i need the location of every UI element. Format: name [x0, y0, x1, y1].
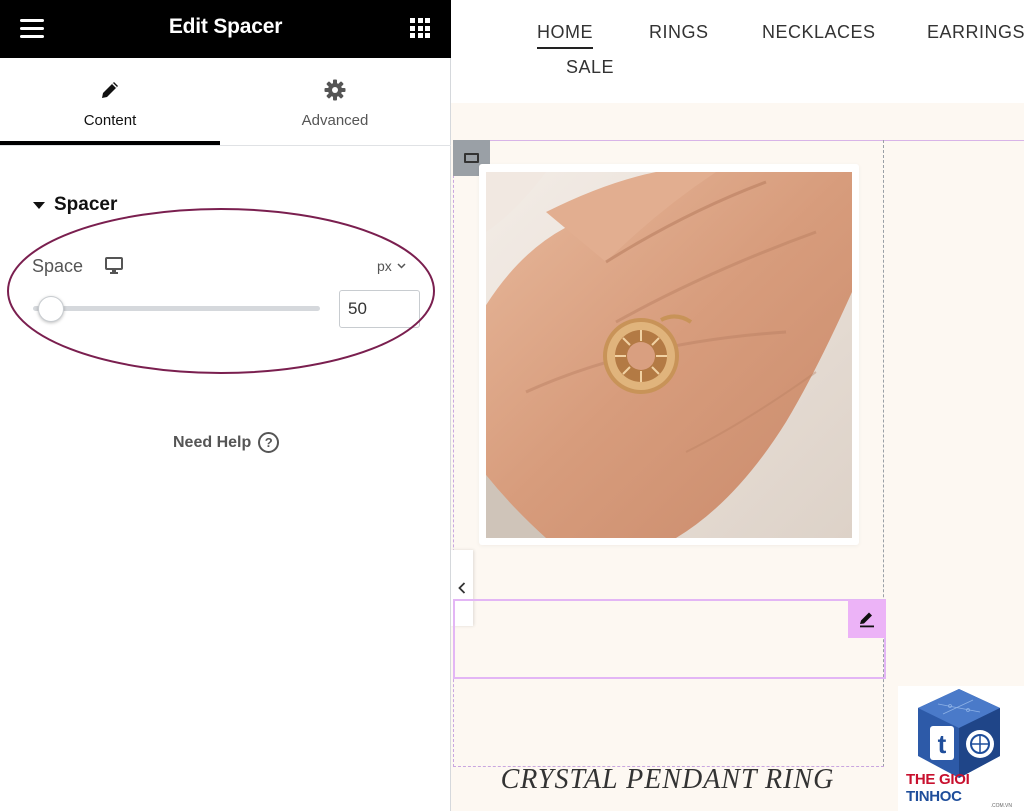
space-label: Space — [32, 256, 84, 276]
brand-name: THE GIOI TINHOC — [906, 771, 1024, 805]
need-help-link[interactable]: Need Help ? — [173, 432, 280, 453]
nav-item-necklaces[interactable]: NECKLACES — [762, 22, 876, 43]
brand-domain: .COM.VN — [990, 803, 1012, 809]
nav-item-rings[interactable]: RINGS — [649, 22, 709, 43]
gear-icon — [324, 79, 346, 101]
caret-down-icon — [33, 201, 45, 209]
nav-item-earrings[interactable]: EARRINGS — [927, 22, 1024, 43]
unit-select[interactable]: px — [377, 258, 406, 274]
panel-title: Edit Spacer — [168, 15, 283, 38]
editor-panel: Edit Spacer Content Advanced Spacer Spac… — [0, 0, 451, 811]
panel-header: Edit Spacer — [0, 0, 451, 58]
svg-text:t: t — [938, 729, 947, 759]
space-value-input[interactable] — [339, 290, 420, 328]
product-image[interactable] — [486, 172, 852, 538]
chevron-down-icon — [397, 263, 406, 269]
column-icon — [464, 153, 479, 163]
product-title: CRYSTAL PENDANT RING — [500, 764, 835, 795]
monitor-icon[interactable] — [105, 257, 123, 274]
spacer-widget[interactable] — [453, 599, 886, 679]
chevron-left-icon — [458, 582, 466, 594]
widgets-grid-icon[interactable] — [410, 18, 430, 38]
pencil-icon — [102, 82, 118, 98]
need-help-text: Need Help — [173, 433, 252, 451]
unit-select-value: px — [377, 258, 392, 274]
nav-item-sale[interactable]: SALE — [566, 57, 614, 78]
panel-tabs: Content Advanced — [0, 58, 451, 146]
hand-ring-photo — [486, 172, 852, 538]
site-nav: HOME RINGS NECKLACES EARRINGS SALE — [451, 0, 1024, 103]
brand-name-part2: TINHOC — [906, 788, 962, 805]
tab-advanced[interactable]: Advanced — [225, 58, 445, 146]
tab-advanced-label: Advanced — [301, 112, 369, 129]
edit-widget-button[interactable] — [848, 600, 886, 638]
brand-watermark: t THE GIOI TINHOC .COM.VN — [898, 686, 1024, 811]
tab-content[interactable]: Content — [0, 58, 220, 145]
pencil-icon — [860, 612, 874, 628]
question-circle-icon: ? — [258, 432, 280, 453]
section-title: Spacer — [54, 194, 118, 215]
nav-item-home[interactable]: HOME — [537, 22, 593, 49]
space-slider-handle[interactable] — [38, 296, 64, 322]
space-slider-track[interactable] — [33, 306, 320, 311]
section-outline — [453, 140, 1024, 141]
brand-name-part1: THE GIOI — [906, 771, 970, 788]
tab-content-label: Content — [83, 112, 137, 129]
section-toggle-spacer[interactable]: Spacer — [33, 194, 117, 216]
